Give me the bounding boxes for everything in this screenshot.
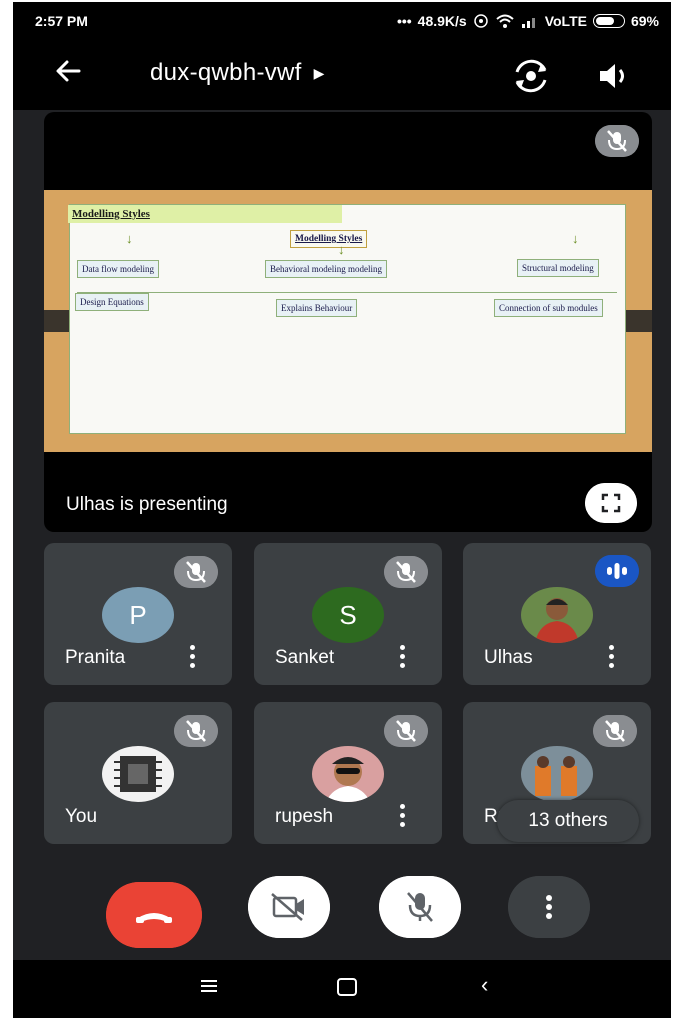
battery-percent: 69% (630, 13, 659, 29)
speaking-indicator-icon (595, 555, 639, 587)
signal-icon (521, 18, 535, 28)
avatar-photo (312, 746, 384, 802)
slide-item: Behavioral modeling modeling (265, 260, 387, 278)
back-icon[interactable]: ‹ (481, 972, 488, 998)
presentation-tile[interactable]: Modelling Styles Modelling Styles ↓ ↓ ↓ … (44, 112, 652, 532)
meeting-code: dux-qwbh-vwf (150, 59, 302, 86)
caret-right-icon: ▶ (313, 65, 325, 82)
wifi-icon (496, 14, 514, 28)
mic-off-icon[interactable] (379, 876, 461, 938)
avatar-photo (521, 587, 593, 643)
back-arrow-icon[interactable] (53, 56, 83, 92)
meeting-header: dux-qwbh-vwf ▶ (13, 40, 671, 110)
status-bar: 2:57 PM ••• 48.9K/s VoLTE 69% (13, 2, 671, 40)
slide-connector (77, 292, 617, 293)
menu-icon[interactable] (199, 976, 219, 996)
dots-icon: ••• (396, 13, 412, 29)
more-vert-icon[interactable] (178, 641, 206, 675)
participant-tile[interactable]: S Sanket (254, 543, 442, 685)
avatar: S (312, 587, 384, 643)
participant-tile[interactable]: P Pranita (44, 543, 232, 685)
more-vert-icon[interactable] (508, 876, 590, 938)
presenter-label: Ulhas is presenting (66, 494, 228, 515)
participant-name: Pranita (65, 647, 126, 668)
slide: Modelling Styles Modelling Styles ↓ ↓ ↓ … (68, 204, 626, 434)
status-time: 2:57 PM (35, 13, 88, 29)
arrow-down-icon: ↓ (338, 242, 345, 257)
arrow-down-icon: ↓ (126, 231, 133, 246)
more-vert-icon[interactable] (388, 641, 416, 675)
hotspot-icon (473, 14, 488, 28)
slide-sub-item: Connection of sub modules (494, 299, 603, 317)
participant-name: rupesh (275, 806, 334, 827)
network-speed: 48.9K/s (417, 13, 467, 29)
phone-screen: 2:57 PM ••• 48.9K/s VoLTE 69% dux-qwbh-v… (13, 2, 671, 1018)
meeting-code-button[interactable]: dux-qwbh-vwf ▶ (150, 59, 325, 87)
participant-name: Sanket (275, 647, 335, 668)
participant-name: You (65, 806, 98, 827)
home-icon[interactable] (337, 978, 357, 996)
participant-tile[interactable]: Ulhas (463, 543, 651, 685)
flip-camera-icon[interactable] (511, 56, 551, 96)
avatar-photo (102, 746, 174, 802)
arrow-down-icon: ↓ (572, 231, 579, 246)
slide-item: Structural modeling (517, 259, 599, 277)
battery-icon (592, 14, 625, 28)
slide-title: Modelling Styles (68, 205, 342, 223)
fullscreen-icon[interactable] (585, 483, 637, 523)
carrier-label: VoLTE (544, 13, 587, 29)
camera-off-icon[interactable] (248, 876, 330, 938)
mic-off-icon (384, 556, 428, 588)
participant-tile[interactable]: rupesh (254, 702, 442, 844)
more-vert-icon[interactable] (597, 641, 625, 675)
call-controls (13, 862, 671, 952)
mic-off-icon (593, 715, 637, 747)
slide-sub-item: Design Equations (75, 293, 149, 311)
mic-off-icon (174, 715, 218, 747)
slide-sub-item: Explains Behaviour (276, 299, 358, 317)
others-button[interactable]: 13 others (497, 800, 639, 842)
slide-center-box: Modelling Styles (290, 230, 368, 248)
shared-screen: Modelling Styles Modelling Styles ↓ ↓ ↓ … (44, 190, 652, 452)
mic-off-icon (595, 125, 639, 157)
mic-off-icon (384, 715, 428, 747)
mic-off-icon (174, 556, 218, 588)
avatar: P (102, 587, 174, 643)
status-right: ••• 48.9K/s VoLTE 69% (397, 13, 659, 29)
system-nav-bar: ‹ (13, 960, 671, 1018)
more-vert-icon[interactable] (388, 800, 416, 834)
avatar-photo (521, 746, 593, 802)
speaker-icon[interactable] (595, 58, 631, 94)
participant-name: Ulhas (484, 647, 533, 668)
slide-item: Data flow modeling (77, 260, 159, 278)
end-call-icon[interactable] (106, 882, 202, 948)
participant-tile[interactable]: You (44, 702, 232, 844)
